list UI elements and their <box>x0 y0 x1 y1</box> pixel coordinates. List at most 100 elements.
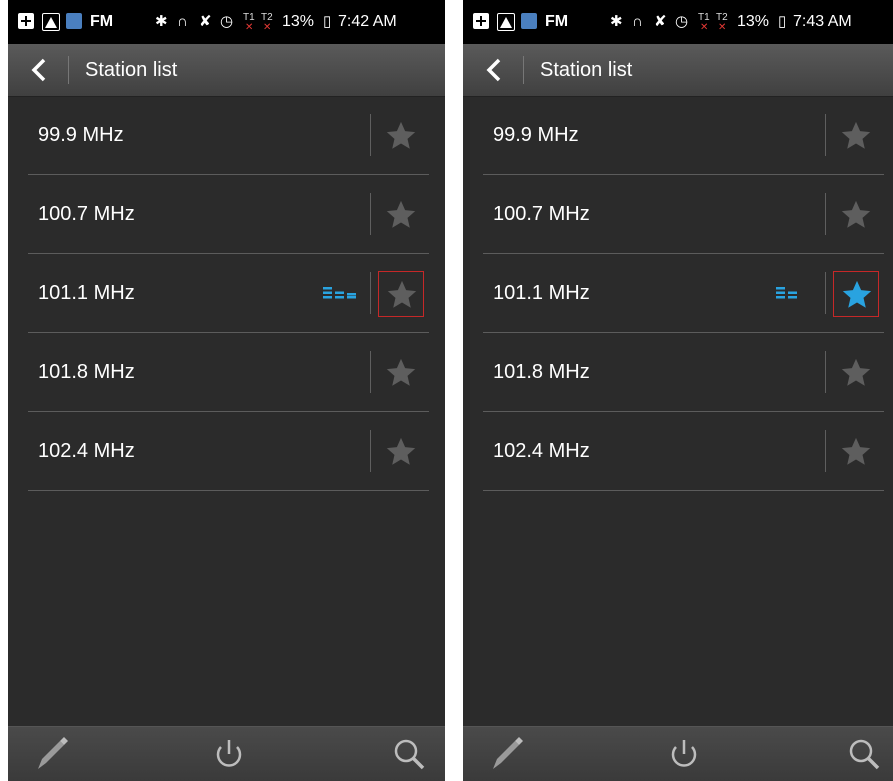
star-icon <box>387 280 417 308</box>
page-title: Station list <box>540 59 633 81</box>
screen-before: FM ✱ ∩ ✘ ◷ T1 ✕ T2 ✕ 13% ▯ 7:42 AM Stati… <box>8 0 445 781</box>
station-row[interactable]: 101.8 MHz <box>8 333 445 412</box>
row-divider <box>825 193 826 235</box>
row-separator <box>28 490 429 491</box>
favorite-toggle-button[interactable] <box>833 350 879 396</box>
star-icon <box>386 358 416 386</box>
search-icon <box>394 739 425 770</box>
row-divider <box>825 430 826 472</box>
star-icon <box>386 437 416 465</box>
favorite-toggle-button[interactable] <box>833 429 879 475</box>
station-row[interactable]: 102.4 MHz <box>8 412 445 491</box>
bottom-toolbar <box>8 726 445 781</box>
power-button[interactable] <box>204 727 254 781</box>
fm-label: FM <box>90 13 114 30</box>
fm-label: FM <box>545 13 569 30</box>
row-divider <box>370 272 371 314</box>
headphones-icon: ∩ <box>632 13 643 30</box>
mute-icon: ✘ <box>654 13 667 30</box>
station-frequency: 101.1 MHz <box>493 282 590 304</box>
fm-app-icon <box>66 13 82 29</box>
station-frequency: 101.8 MHz <box>38 361 135 383</box>
search-icon <box>849 739 880 770</box>
station-row[interactable]: 100.7 MHz <box>463 175 893 254</box>
power-icon <box>216 740 242 767</box>
station-frequency: 100.7 MHz <box>493 203 590 225</box>
station-row[interactable]: 101.1 MHz <box>8 254 445 333</box>
edit-button[interactable] <box>483 727 533 781</box>
station-row[interactable]: 102.4 MHz <box>463 412 893 491</box>
page-title: Station list <box>85 59 178 81</box>
row-divider <box>825 114 826 156</box>
star-icon <box>841 200 871 228</box>
back-button[interactable] <box>22 52 58 88</box>
bluetooth-icon: ✱ <box>155 13 168 30</box>
row-divider <box>370 351 371 393</box>
pencil-icon <box>38 737 68 769</box>
favorite-toggle-button[interactable] <box>378 271 424 317</box>
station-row[interactable]: 100.7 MHz <box>8 175 445 254</box>
row-divider <box>825 272 826 314</box>
clock: 7:42 AM <box>338 13 397 30</box>
chevron-left-icon <box>486 58 501 82</box>
fm-app-icon <box>521 13 537 29</box>
star-icon <box>841 121 871 149</box>
favorite-toggle-button[interactable] <box>833 271 879 317</box>
favorite-toggle-button[interactable] <box>378 429 424 475</box>
search-button[interactable] <box>385 727 435 781</box>
row-divider <box>370 193 371 235</box>
station-row[interactable]: 101.8 MHz <box>463 333 893 412</box>
battery-percent: 13% <box>282 13 315 30</box>
bluetooth-icon: ✱ <box>610 13 623 30</box>
sim1-no-signal-icon: ✕ <box>700 22 709 33</box>
pencil-icon <box>493 737 523 769</box>
star-icon <box>386 121 416 149</box>
station-frequency: 99.9 MHz <box>493 124 579 146</box>
station-frequency: 101.1 MHz <box>38 282 135 304</box>
chevron-left-icon <box>31 58 46 82</box>
sim2-no-signal-icon: ✕ <box>718 22 727 33</box>
station-row[interactable]: 99.9 MHz <box>8 96 445 175</box>
status-bar: FM ✱ ∩ ✘ ◷ T1 ✕ T2 ✕ 13% ▯ 7:42 AM <box>8 0 445 44</box>
mute-icon: ✘ <box>199 13 212 30</box>
row-divider <box>370 114 371 156</box>
clock: 7:43 AM <box>793 13 852 30</box>
power-button[interactable] <box>659 727 709 781</box>
sim2-no-signal-icon: ✕ <box>263 22 272 33</box>
favorite-toggle-button[interactable] <box>833 113 879 159</box>
back-button[interactable] <box>477 52 513 88</box>
edit-button[interactable] <box>28 727 78 781</box>
warning-image-icon <box>42 13 60 31</box>
bottom-toolbar <box>463 726 893 781</box>
favorite-toggle-button[interactable] <box>378 113 424 159</box>
warning-image-icon <box>497 13 515 31</box>
screen-after: FM ✱ ∩ ✘ ◷ T1 ✕ T2 ✕ 13% ▯ 7:43 AM Stati… <box>463 0 893 781</box>
station-frequency: 100.7 MHz <box>38 203 135 225</box>
status-bar: FM ✱ ∩ ✘ ◷ T1 ✕ T2 ✕ 13% ▯ 7:43 AM <box>463 0 893 44</box>
search-button[interactable] <box>840 727 890 781</box>
battery-percent: 13% <box>737 13 770 30</box>
battery-charging-icon: ▯ <box>778 13 787 30</box>
star-icon <box>386 200 416 228</box>
power-icon <box>671 740 697 767</box>
row-divider <box>825 351 826 393</box>
sim1-no-signal-icon: ✕ <box>245 22 254 33</box>
battery-charging-icon: ▯ <box>323 13 332 30</box>
station-row[interactable]: 101.1 MHz <box>463 254 893 333</box>
equalizer-icon <box>323 287 356 299</box>
alarm-icon: ◷ <box>220 13 234 30</box>
row-divider <box>370 430 371 472</box>
equalizer-icon <box>776 287 797 299</box>
title-divider <box>523 56 524 84</box>
favorite-toggle-button[interactable] <box>378 192 424 238</box>
star-icon <box>842 280 872 308</box>
row-separator <box>483 490 884 491</box>
headphones-icon: ∩ <box>177 13 188 30</box>
favorite-toggle-button[interactable] <box>378 350 424 396</box>
favorite-toggle-button[interactable] <box>833 192 879 238</box>
title-divider <box>68 56 69 84</box>
action-bar: Station list <box>8 44 445 97</box>
station-row[interactable]: 99.9 MHz <box>463 96 893 175</box>
station-frequency: 99.9 MHz <box>38 124 124 146</box>
station-frequency: 101.8 MHz <box>493 361 590 383</box>
